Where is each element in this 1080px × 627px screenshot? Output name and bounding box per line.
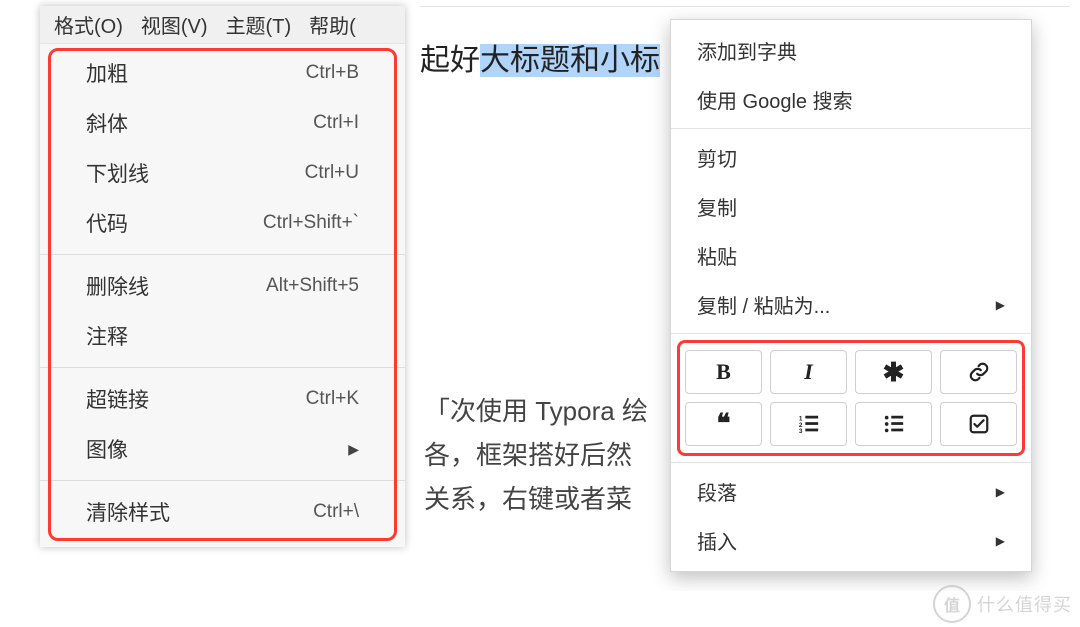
- ctx-item-copy[interactable]: 复制: [671, 182, 1031, 231]
- menubar-item-help[interactable]: 帮助(: [309, 10, 356, 39]
- menu-item-hyperlink[interactable]: 超链接 Ctrl+K: [40, 374, 405, 424]
- menu-item-shortcut: Ctrl+\: [313, 501, 359, 523]
- menu-item-shortcut: Ctrl+I: [313, 112, 359, 134]
- chevron-right-icon: ▶: [348, 441, 359, 458]
- ctx-item-copy-paste-as[interactable]: 复制 / 粘贴为... ▶: [671, 280, 1031, 329]
- watermark-logo-icon: 值: [933, 585, 971, 623]
- menubar-item-view[interactable]: 视图(V): [141, 10, 208, 39]
- menu-item-shortcut: Ctrl+Shift+`: [263, 212, 359, 234]
- ctx-item-label: 剪切: [697, 143, 737, 172]
- doc-body-line: 关系，右键或者菜: [424, 479, 632, 516]
- checkbox-icon: [968, 413, 990, 435]
- ctx-item-label: 添加到字典: [697, 36, 797, 65]
- chevron-right-icon: ▶: [996, 534, 1005, 548]
- ctx-item-label: 插入: [697, 526, 737, 555]
- menu-separator: [40, 367, 405, 368]
- ordered-list-button[interactable]: 1 2 3: [770, 402, 847, 446]
- watermark-text: 什么值得买: [977, 591, 1072, 617]
- italic-icon: I: [804, 359, 813, 385]
- ctx-item-label: 粘贴: [697, 241, 737, 270]
- menubar: 格式(O) 视图(V) 主题(T) 帮助(: [40, 6, 405, 44]
- format-menu-panel: 格式(O) 视图(V) 主题(T) 帮助( 加粗 Ctrl+B 斜体 Ctrl+…: [40, 6, 405, 547]
- format-dropdown: 加粗 Ctrl+B 斜体 Ctrl+I 下划线 Ctrl+U 代码 Ctrl+S…: [40, 44, 405, 547]
- menu-item-label: 清除样式: [86, 497, 170, 527]
- ctx-separator: [671, 333, 1031, 334]
- menu-separator: [40, 480, 405, 481]
- menu-item-bold[interactable]: 加粗 Ctrl+B: [40, 48, 405, 98]
- doc-body-line: 各，框架搭好后然: [424, 435, 632, 472]
- ctx-item-paste[interactable]: 粘贴: [671, 231, 1031, 280]
- menu-item-label: 下划线: [86, 158, 149, 188]
- quote-icon: ❝: [717, 409, 731, 439]
- doc-body-line: 「次使用 Typora 绘: [424, 391, 648, 428]
- menu-separator: [40, 254, 405, 255]
- menu-item-shortcut: Alt+Shift+5: [266, 275, 359, 297]
- bold-button[interactable]: B: [685, 350, 762, 394]
- menu-item-label: 注释: [86, 321, 128, 351]
- menu-item-image[interactable]: 图像 ▶: [40, 424, 405, 474]
- context-menu: 添加到字典 使用 Google 搜索 剪切 复制 粘贴 复制 / 粘贴为... …: [670, 19, 1032, 572]
- menu-item-code[interactable]: 代码 Ctrl+Shift+`: [40, 198, 405, 248]
- ctx-item-insert[interactable]: 插入 ▶: [671, 516, 1031, 565]
- unordered-list-icon: [883, 413, 905, 435]
- ctx-item-paragraph[interactable]: 段落 ▶: [671, 467, 1031, 516]
- bold-icon: B: [716, 359, 731, 385]
- menu-item-strike[interactable]: 删除线 Alt+Shift+5: [40, 261, 405, 311]
- menu-item-label: 斜体: [86, 108, 128, 138]
- format-toolbar-grid: B I ✱ ❝: [685, 350, 1017, 446]
- svg-text:3: 3: [798, 428, 802, 435]
- italic-button[interactable]: I: [770, 350, 847, 394]
- menu-item-label: 图像: [86, 434, 128, 464]
- menubar-item-format[interactable]: 格式(O): [54, 10, 123, 39]
- ctx-item-add-to-dictionary[interactable]: 添加到字典: [671, 26, 1031, 75]
- asterisk-icon: ✱: [883, 357, 905, 388]
- ctx-item-label: 复制: [697, 192, 737, 221]
- doc-heading-prefix: 起好: [420, 44, 480, 77]
- menu-item-label: 超链接: [86, 384, 149, 414]
- chevron-right-icon: ▶: [996, 485, 1005, 499]
- doc-heading-selection: 大标题和小标: [480, 44, 660, 77]
- watermark: 值 什么值得买: [933, 585, 1072, 623]
- menubar-item-theme[interactable]: 主题(T): [226, 10, 292, 39]
- ctx-item-label: 复制 / 粘贴为...: [697, 290, 830, 319]
- menu-item-comment[interactable]: 注释: [40, 311, 405, 361]
- quote-button[interactable]: ❝: [685, 402, 762, 446]
- checkbox-button[interactable]: [940, 402, 1017, 446]
- unordered-list-button[interactable]: [855, 402, 932, 446]
- menu-item-shortcut: Ctrl+B: [306, 62, 359, 84]
- link-icon: [968, 361, 990, 383]
- ordered-list-icon: 1 2 3: [798, 413, 820, 435]
- ctx-item-cut[interactable]: 剪切: [671, 133, 1031, 182]
- menu-item-underline[interactable]: 下划线 Ctrl+U: [40, 148, 405, 198]
- ctx-item-label: 段落: [697, 477, 737, 506]
- ctx-separator: [671, 462, 1031, 463]
- ctx-separator: [671, 128, 1031, 129]
- link-button[interactable]: [940, 350, 1017, 394]
- menu-item-shortcut: Ctrl+K: [306, 388, 359, 410]
- ctx-item-label: 使用 Google 搜索: [697, 85, 853, 114]
- ctx-item-google-search[interactable]: 使用 Google 搜索: [671, 75, 1031, 124]
- menu-item-clear-style[interactable]: 清除样式 Ctrl+\: [40, 487, 405, 537]
- editor-with-context-menu: 起好大标题和小标 「次使用 Typora 绘 各，框架搭好后然 关系，右键或者菜…: [420, 6, 1070, 591]
- menu-item-italic[interactable]: 斜体 Ctrl+I: [40, 98, 405, 148]
- format-toolbar: B I ✱ ❝: [671, 338, 1031, 458]
- menu-item-label: 删除线: [86, 271, 149, 301]
- menu-item-shortcut: Ctrl+U: [305, 162, 359, 184]
- menu-item-label: 代码: [86, 208, 128, 238]
- menu-item-label: 加粗: [86, 58, 128, 88]
- chevron-right-icon: ▶: [996, 298, 1005, 312]
- asterisk-button[interactable]: ✱: [855, 350, 932, 394]
- doc-heading: 起好大标题和小标: [420, 35, 660, 79]
